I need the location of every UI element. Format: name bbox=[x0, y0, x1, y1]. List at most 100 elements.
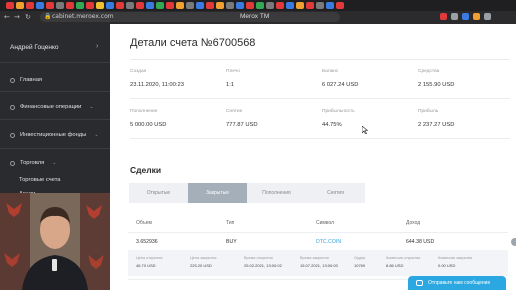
user-name[interactable]: Андрей Гоценко bbox=[10, 44, 58, 51]
tab-favicon-icon[interactable] bbox=[256, 2, 264, 9]
detail-label: Комиссия открытия bbox=[386, 256, 421, 260]
tab-favicon-icon[interactable] bbox=[16, 2, 24, 9]
detail-value: 8.86 USD bbox=[386, 263, 404, 268]
table-row[interactable]: 3.652936 BUY DTC.COIN 644.38 USD bbox=[128, 232, 516, 250]
tab-favicon-icon[interactable] bbox=[296, 2, 304, 9]
stat-value-profit: 2 237.27 USD bbox=[418, 122, 455, 128]
tab-favicon-icon[interactable] bbox=[156, 2, 164, 9]
section-title-deals: Сделки bbox=[130, 165, 162, 175]
lock-icon: 🔒 bbox=[44, 14, 52, 20]
detail-label: Время открытия bbox=[244, 256, 273, 260]
tab-favicon-icon[interactable] bbox=[336, 2, 344, 9]
tab-label: Пополнения bbox=[262, 190, 291, 196]
tab-favicon-icon[interactable] bbox=[26, 2, 34, 9]
chevron-down-icon: ⌄ bbox=[94, 132, 99, 138]
tab-favicon-icon[interactable] bbox=[236, 2, 244, 9]
tab-favicon-icon[interactable] bbox=[126, 2, 134, 9]
tab-favicon-icon[interactable] bbox=[266, 2, 274, 9]
extension-icon[interactable] bbox=[440, 13, 447, 20]
sidebar-item-home[interactable]: Главная bbox=[10, 77, 42, 83]
tab-favicon-icon[interactable] bbox=[176, 2, 184, 9]
tab-withdrawals[interactable]: Снятия bbox=[306, 183, 365, 203]
cell-type: BUY bbox=[226, 239, 237, 245]
divider bbox=[130, 98, 510, 99]
tab-favicon-icon[interactable] bbox=[66, 2, 74, 9]
extension-icon[interactable] bbox=[473, 13, 480, 20]
divider bbox=[0, 91, 110, 92]
divider bbox=[130, 138, 510, 139]
tab-favicon-icon[interactable] bbox=[196, 2, 204, 9]
reload-icon[interactable]: ↻ bbox=[25, 13, 31, 21]
tab-label: Закрытые bbox=[205, 190, 230, 196]
tab-favicon-icon[interactable] bbox=[76, 2, 84, 9]
main-content: Детали счета №6700568 Создан 23.11.2020,… bbox=[110, 24, 516, 290]
column-header-symbol[interactable]: Символ bbox=[316, 220, 334, 226]
stat-label-equity: Средства bbox=[418, 69, 440, 74]
circle-icon bbox=[10, 160, 15, 166]
stat-label-leverage: Плечо bbox=[226, 69, 240, 74]
detail-label: Ордер bbox=[354, 256, 366, 260]
tab-favicon-icon[interactable] bbox=[86, 2, 94, 9]
tab-favicon-icon[interactable] bbox=[96, 2, 104, 9]
tab-closed[interactable]: Закрытые bbox=[188, 183, 247, 203]
presenter-video bbox=[0, 193, 110, 290]
stat-value-equity: 2 155.90 USD bbox=[418, 82, 455, 88]
sidebar-item-finance[interactable]: Финансовые операции ⌄ bbox=[10, 104, 94, 110]
detail-value: 0.00 USD bbox=[438, 263, 456, 268]
chat-widget-button[interactable]: Отправьте нам сообщение bbox=[408, 276, 506, 290]
column-header-income[interactable]: Доход bbox=[406, 220, 420, 226]
sidebar-item-funds[interactable]: Инвестиционные фонды ⌄ bbox=[10, 132, 99, 138]
stat-value-created: 23.11.2020, 11:00:23 bbox=[130, 82, 184, 88]
cell-symbol-link[interactable]: DTC.COIN bbox=[316, 239, 341, 245]
tab-strip bbox=[0, 0, 516, 11]
detail-label: Цена закрытия bbox=[190, 256, 217, 260]
stat-label-profitability: Прибыльность bbox=[322, 109, 355, 114]
tab-favicon-icon[interactable] bbox=[186, 2, 194, 9]
tab-favicon-icon[interactable] bbox=[316, 2, 324, 9]
tab-favicon-icon[interactable] bbox=[166, 2, 174, 9]
back-icon[interactable]: ← bbox=[4, 13, 10, 21]
mouse-cursor-icon bbox=[362, 126, 368, 134]
circle-icon bbox=[10, 77, 15, 83]
tab-favicon-icon[interactable] bbox=[36, 2, 44, 9]
tab-favicon-icon[interactable] bbox=[286, 2, 294, 9]
address-bar[interactable]: 🔒 cabinet.meroex.com bbox=[40, 12, 340, 22]
tab-favicon-icon[interactable] bbox=[216, 2, 224, 9]
chevron-right-icon[interactable]: › bbox=[96, 43, 98, 50]
tab-deposits[interactable]: Пополнения bbox=[247, 183, 306, 203]
tab-favicon-icon[interactable] bbox=[6, 2, 14, 9]
column-header-type[interactable]: Тип bbox=[226, 220, 234, 226]
tab-favicon-icon[interactable] bbox=[306, 2, 314, 9]
tab-favicon-icon[interactable] bbox=[276, 2, 284, 9]
tab-favicon-icon[interactable] bbox=[146, 2, 154, 9]
detail-value: 25.02.2021, 13:00:02 bbox=[244, 263, 282, 268]
tab-favicon-icon[interactable] bbox=[246, 2, 254, 9]
sidebar-item-label: Главная bbox=[20, 77, 43, 83]
tab-favicon-icon[interactable] bbox=[106, 2, 114, 9]
extension-icon[interactable] bbox=[484, 13, 491, 20]
extension-icon[interactable] bbox=[451, 13, 458, 20]
expand-toggle-button[interactable] bbox=[511, 238, 516, 246]
sidebar-subitem-accounts[interactable]: Торговые счета bbox=[19, 177, 61, 183]
circle-icon bbox=[10, 104, 15, 110]
detail-value: 10769 bbox=[354, 263, 366, 268]
tab-favicon-icon[interactable] bbox=[56, 2, 64, 9]
column-header-volume[interactable]: Объем bbox=[136, 220, 152, 226]
tab-favicon-icon[interactable] bbox=[136, 2, 144, 9]
stat-label-profit: Прибыль bbox=[418, 109, 439, 114]
extension-icon[interactable] bbox=[462, 13, 469, 20]
tab-favicon-icon[interactable] bbox=[226, 2, 234, 9]
tab-favicon-icon[interactable] bbox=[206, 2, 214, 9]
tab-open[interactable]: Открытые bbox=[129, 183, 188, 203]
tab-favicon-icon[interactable] bbox=[326, 2, 334, 9]
tab-label: Открытые bbox=[146, 190, 171, 196]
detail-value: 15.07.2021, 13:00:00 bbox=[300, 263, 338, 268]
url-text: cabinet.meroex.com bbox=[52, 13, 114, 20]
forward-icon[interactable]: → bbox=[14, 13, 20, 21]
stat-value-balance: 6 027.24 USD bbox=[322, 82, 359, 88]
tab-favicon-icon[interactable] bbox=[46, 2, 54, 9]
tab-favicon-icon[interactable] bbox=[116, 2, 124, 9]
sidebar-item-trading[interactable]: Торговля ⌄ bbox=[10, 160, 56, 166]
sidebar-item-label: Торговля bbox=[20, 160, 45, 166]
detail-label: Цена открытия bbox=[136, 256, 163, 260]
